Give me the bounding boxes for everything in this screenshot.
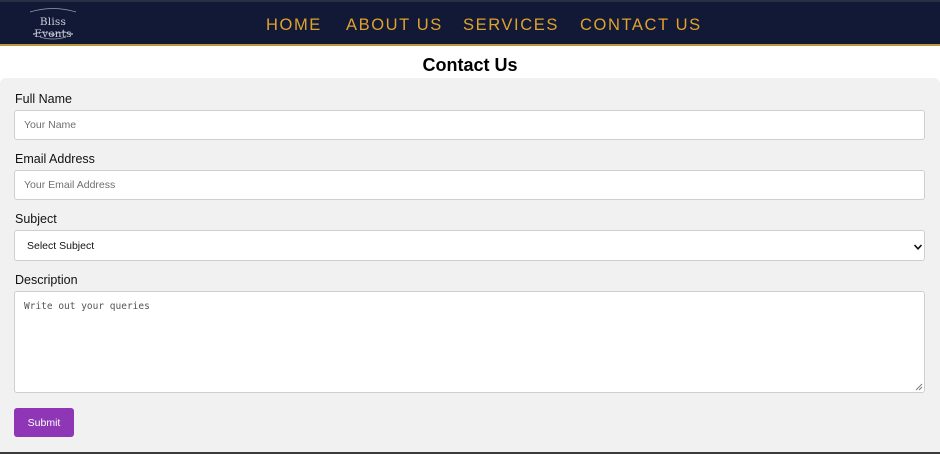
full-name-input[interactable] [14, 110, 925, 140]
subject-select[interactable]: Select Subject [14, 230, 925, 261]
description-label: Description [15, 273, 78, 287]
subject-label: Subject [15, 212, 57, 226]
page-title: Contact Us [422, 55, 518, 75]
submit-button[interactable]: Submit [14, 408, 74, 437]
nav-home-link[interactable]: HOME [266, 14, 322, 36]
nav-contact-link[interactable]: CONTACT US [580, 14, 702, 36]
brand-logo[interactable]: Bliss Events [20, 6, 86, 42]
email-label: Email Address [15, 152, 95, 166]
brand-name: Bliss Events [34, 16, 72, 40]
nav-services-link[interactable]: SERVICES [463, 14, 559, 36]
email-input[interactable] [14, 170, 925, 200]
full-name-label: Full Name [15, 92, 72, 106]
navbar: Bliss Events HOME ABOUT US SERVICES CONT… [0, 0, 940, 46]
nav-about-link[interactable]: ABOUT US [346, 14, 443, 36]
description-textarea[interactable] [14, 291, 925, 393]
